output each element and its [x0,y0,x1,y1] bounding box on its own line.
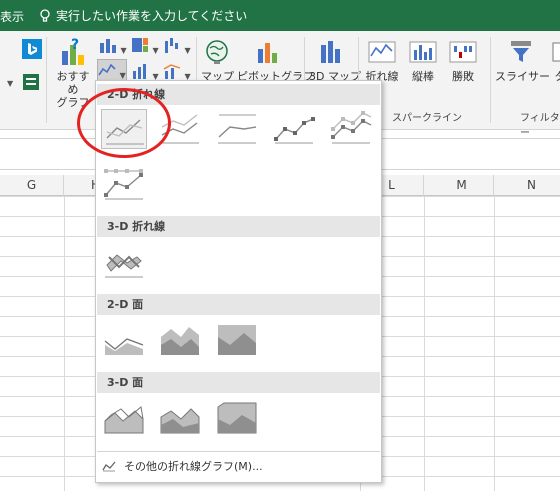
timeline-icon [552,42,560,62]
chart-type-area[interactable] [101,321,147,361]
sparkline-winloss-label: 勝敗 [452,70,474,83]
line-chart-small-icon [102,461,116,472]
sparkline-winloss-button[interactable]: 勝敗 [446,39,480,84]
section-3d-line: 3-D 折れ線 [97,216,380,237]
line-chart-gallery: 2-D 折れ線 3-D 折れ線 2-D 面 3-D 面 その他の折れ線グラフ(M… [95,80,382,483]
3d-map-button[interactable]: 3D マップ [309,39,361,84]
hierarchy-chart-button[interactable]: ▼ [131,37,159,56]
tell-me-box[interactable]: 実行したい作業を入力してください [40,7,247,24]
sparkline-winloss-icon [449,41,477,63]
statistic-chart-button[interactable]: ▼ [163,37,191,56]
group-label-filter: フィルター [520,113,560,139]
chart-type-100-stacked-line[interactable] [214,109,260,149]
bing-button[interactable] [22,39,42,59]
scatter-chart-icon [133,64,146,79]
combo-chart-icon [163,64,181,79]
globe-icon [206,40,228,64]
chart-type-3d-line[interactable] [101,243,147,283]
lightbulb-icon [40,8,50,22]
recommended-charts-icon: ? [62,37,84,65]
addin-icon [23,74,39,90]
slicer-icon [511,41,531,62]
chart-type-line-markers[interactable] [271,109,317,149]
slicer-label: スライサー [495,70,550,83]
section-2d-line: 2-D 折れ線 [97,84,380,105]
chart-type-100-stacked-line-markers[interactable] [101,165,147,205]
3d-map-icon [321,41,340,63]
more-line-charts[interactable]: その他の折れ線グラフ(M)... [102,456,263,476]
chart-type-100-stacked-area[interactable] [214,321,260,361]
chart-type-line[interactable] [101,109,147,149]
chart-type-3d-100-stacked-area[interactable] [214,399,260,439]
sparkline-column-icon [409,41,437,63]
chart-type-stacked-line[interactable] [157,109,203,149]
title-bar: 表示 実行したい作業を入力してください [0,0,560,31]
recommended-charts-label: おすすめ グラフ [56,70,90,109]
maps-button[interactable]: マップ [201,39,234,84]
more-line-charts-label: その他の折れ線グラフ(M)... [124,460,263,473]
sparkline-line-button[interactable]: 折れ線 [362,39,402,84]
chart-type-3d-stacked-area[interactable] [157,399,203,439]
column-chart-button[interactable]: ▼ [99,37,127,56]
bing-icon [22,39,42,59]
excel-window: 表示 実行したい作業を入力してください ▼ ? おすすめ グラフ ▼ ▼ ▼ ▼… [0,0,560,491]
svg-text:?: ? [71,37,79,53]
section-2d-area: 2-D 面 [97,294,380,315]
sparkline-column-label: 縦棒 [412,70,434,83]
sparkline-line-icon [368,41,396,63]
addins-button[interactable] [22,73,40,91]
gallery-divider [97,451,380,452]
column-header[interactable]: G [0,175,64,196]
column-header[interactable]: M [430,175,494,196]
column-chart-icon [100,39,116,53]
recommended-charts-button[interactable]: ? おすすめ グラフ [52,37,94,109]
timeline-button[interactable]: タ [550,39,560,84]
pivot-chart-icon [258,43,277,63]
chevron-down-icon: ▼ [7,79,14,88]
chart-type-stacked-line-markers[interactable] [328,109,374,149]
tab-view[interactable]: 表示 [0,8,24,25]
group-label-sparklines: スパークライン [392,113,462,124]
timeline-label: タ [550,68,560,84]
chart-type-3d-area[interactable] [101,399,147,439]
pivot-chart-button[interactable]: ピボットグラフ [237,39,314,84]
line-chart-menu-button[interactable]: ▼ [97,59,127,81]
hierarchy-chart-icon [132,38,148,52]
section-3d-area: 3-D 面 [97,372,380,393]
column-header[interactable]: N [500,175,560,196]
chart-type-stacked-area[interactable] [157,321,203,361]
statistic-chart-icon [165,38,178,53]
sparkline-column-button[interactable]: 縦棒 [406,39,440,84]
tell-me-text: 実行したい作業を入力してください [56,9,248,23]
line-chart-icon [98,63,116,76]
slicer-button[interactable]: スライサー [495,39,550,84]
